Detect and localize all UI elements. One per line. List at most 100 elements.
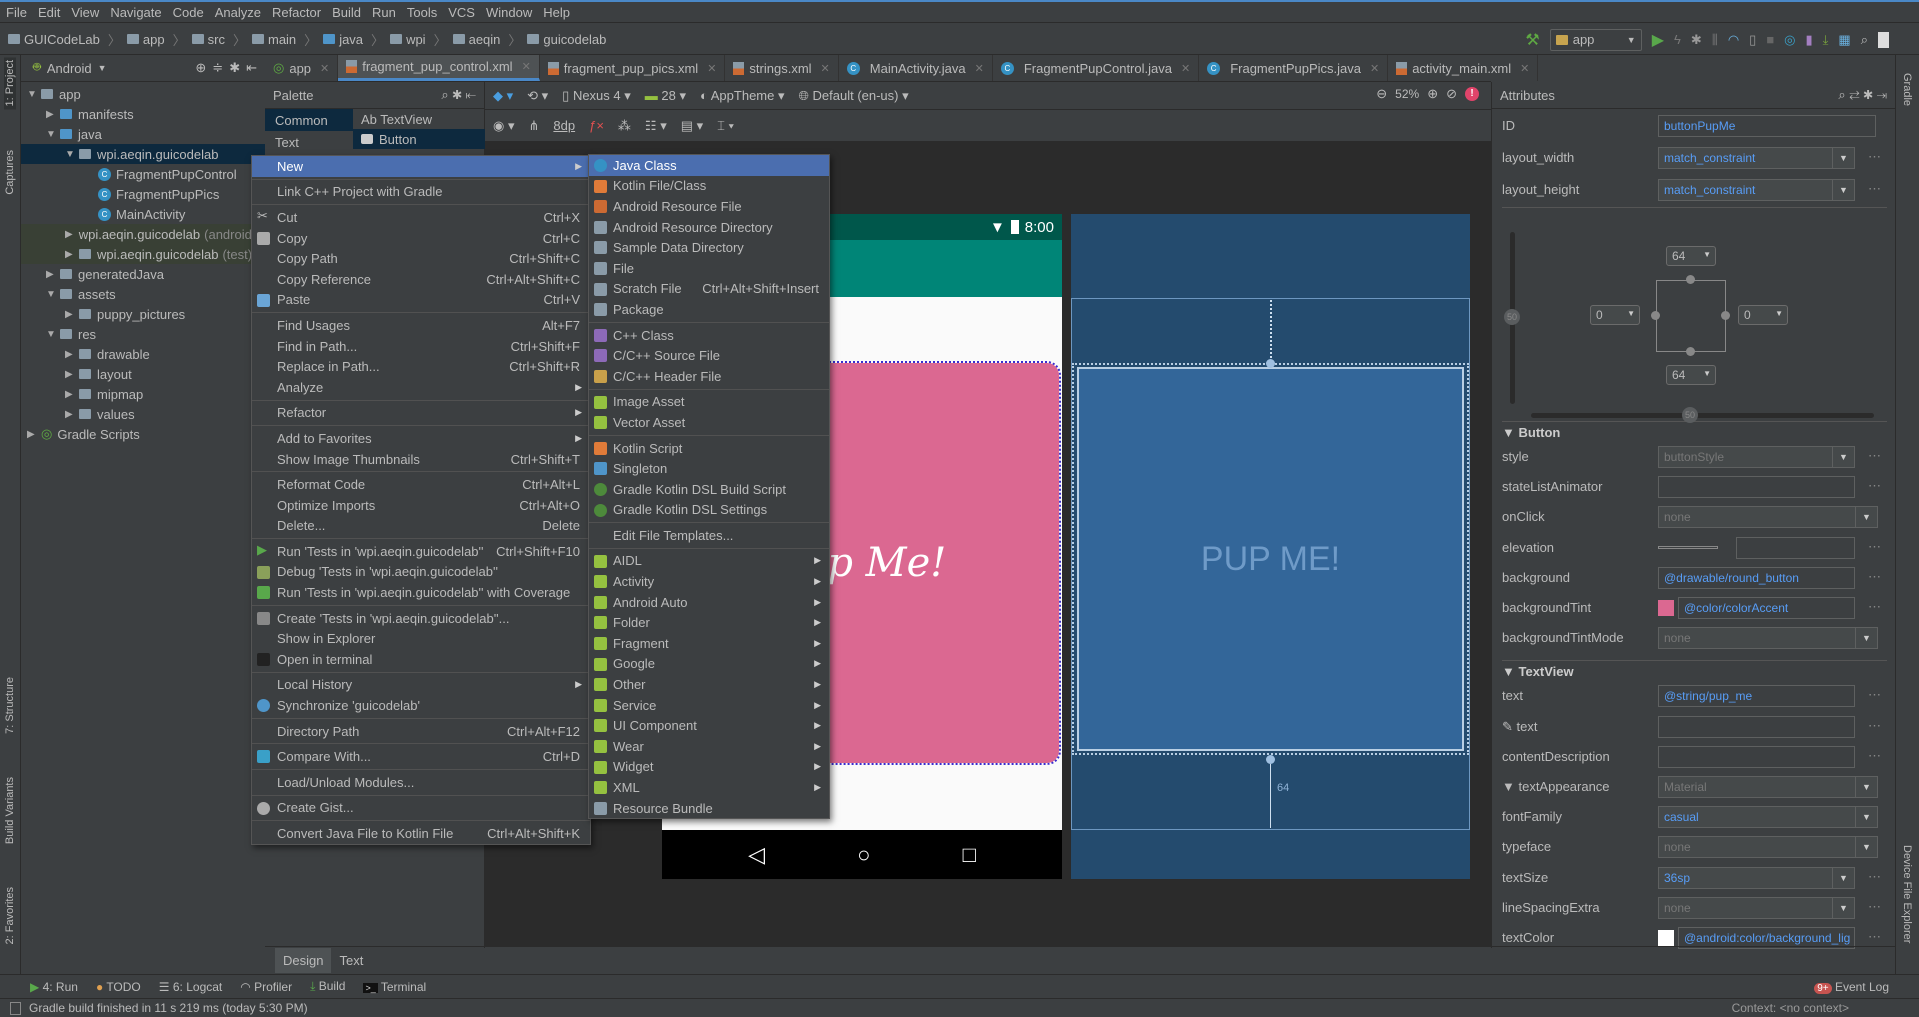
menu-item-run-tests-in-wpi-aeqin-guicodelab[interactable]: ▶ Run 'Tests in 'wpi.aeqin.guicodelab'' Ct…: [252, 541, 590, 562]
tree-item[interactable]: C MainActivity: [21, 204, 265, 224]
menu-item-android-resource-file[interactable]: Android Resource File: [589, 196, 829, 217]
gear-icon[interactable]: ✱: [1863, 87, 1873, 102]
menu-item-widget[interactable]: Widget ▶: [589, 757, 829, 778]
breadcrumb-item[interactable]: wpi 〉: [390, 30, 447, 49]
tree-item[interactable]: ▼ assets: [21, 284, 265, 304]
more-options-icon[interactable]: ⋯: [1868, 448, 1881, 464]
expand-arrow-icon[interactable]: ▶: [65, 369, 79, 380]
tree-item[interactable]: ▶ values: [21, 404, 265, 424]
close-icon[interactable]: ✕: [1370, 62, 1379, 75]
run-icon[interactable]: ▶: [1652, 30, 1664, 50]
tree-item[interactable]: ▶ drawable: [21, 344, 265, 364]
menu-item-load-unload-modules[interactable]: Load/Unload Modules...: [252, 772, 590, 793]
avd-manager-icon[interactable]: ▮: [1806, 32, 1813, 48]
bottom-margin-select[interactable]: 64: [1666, 365, 1716, 385]
expand-arrow-icon[interactable]: ▶: [65, 349, 79, 360]
chevron-down-icon[interactable]: ▼: [98, 63, 107, 73]
attribute-value-select[interactable]: match_constraint ▼: [1658, 179, 1855, 201]
tool-logcat[interactable]: ☰ 6: Logcat: [159, 980, 222, 994]
apply-changes-icon[interactable]: ϟ: [1674, 32, 1681, 47]
search-icon[interactable]: ⌕: [1838, 87, 1845, 102]
tool-window-favorites[interactable]: 2: Favorites: [4, 887, 16, 944]
menu-item-wear[interactable]: Wear ▶: [589, 736, 829, 757]
menu-item-show-image-thumbnails[interactable]: Show Image Thumbnails Ctrl+Shift+T: [252, 449, 590, 470]
tab-app[interactable]: ◎ app ✕: [265, 55, 339, 81]
tree-item[interactable]: ▶ manifests: [21, 104, 265, 124]
menu-item-analyze[interactable]: Analyze ▶: [252, 377, 590, 398]
palette-item-textview[interactable]: Ab TextView: [353, 109, 485, 129]
attribute-value-select[interactable]: none ▼: [1658, 836, 1878, 859]
tree-item[interactable]: ▶ ◎ Gradle Scripts: [21, 424, 265, 444]
menu-item-paste[interactable]: Paste Ctrl+V: [252, 290, 590, 311]
zoom-out-icon[interactable]: ⊖: [1376, 86, 1387, 102]
menu-item-sample-data-directory[interactable]: Sample Data Directory: [589, 237, 829, 258]
device-select[interactable]: ▯ Nexus 4 ▾: [562, 88, 631, 104]
pack-icon[interactable]: ☷ ▾: [645, 118, 667, 134]
breadcrumb-item[interactable]: GUICodeLab 〉: [8, 30, 121, 49]
menu-item-compare-with[interactable]: Compare With... Ctrl+D: [252, 746, 590, 767]
hide-panel-icon[interactable]: ⇤: [246, 60, 257, 76]
left-margin-select[interactable]: 0: [1590, 305, 1640, 325]
tool-window-device-file-explorer[interactable]: Device File Explorer: [1901, 845, 1913, 943]
horizontal-bias-knob[interactable]: 50: [1682, 407, 1698, 423]
gear-icon[interactable]: ✱: [452, 87, 462, 102]
tab-mainactivity-java[interactable]: C MainActivity.java ✕: [839, 55, 993, 81]
attribute-value-input[interactable]: @string/pup_me: [1658, 685, 1855, 708]
attribute-value-select[interactable]: Material ▼: [1658, 776, 1878, 798]
menu-item-convert-java-file-to-kotlin-file[interactable]: Convert Java File to Kotlin File Ctrl+Alt…: [252, 823, 590, 844]
menu-item-directory-path[interactable]: Directory Path Ctrl+Alt+F12: [252, 721, 590, 742]
more-options-icon[interactable]: ⋯: [1868, 599, 1881, 615]
menu-item-ui-component[interactable]: UI Component ▶: [589, 715, 829, 736]
menu-edit[interactable]: Edit: [38, 5, 60, 20]
zoom-fit-icon[interactable]: ⊘: [1446, 86, 1457, 102]
menu-item-copy-path[interactable]: Copy Path Ctrl+Shift+C: [252, 248, 590, 269]
menu-item-java-class[interactable]: Java Class: [589, 155, 829, 176]
tree-item[interactable]: ▼ app: [21, 84, 265, 104]
menu-item-create-tests-in-wpi-aeqin-guicodelab[interactable]: Create 'Tests in 'wpi.aeqin.guicodelab''…: [252, 608, 590, 629]
tab-text[interactable]: Text: [331, 948, 371, 973]
section-header-textview[interactable]: ▼ TextView: [1502, 664, 1574, 679]
locate-icon[interactable]: ⊕: [195, 60, 206, 76]
menu-code[interactable]: Code: [173, 5, 204, 20]
attribute-value-select[interactable]: 36sp ▼: [1658, 866, 1855, 889]
menu-item-activity[interactable]: Activity ▶: [589, 571, 829, 592]
menu-item-refactor[interactable]: Refactor ▶: [252, 403, 590, 424]
menu-help[interactable]: Help: [543, 5, 570, 20]
pup-me-button-blueprint[interactable]: PUP ME!: [1077, 367, 1464, 751]
api-select[interactable]: ▬ 28 ▾: [645, 88, 686, 104]
zoom-in-icon[interactable]: ⊕: [1427, 86, 1438, 102]
breadcrumb-item[interactable]: aeqin 〉: [452, 30, 521, 49]
color-swatch[interactable]: [1658, 930, 1674, 946]
breadcrumb-item[interactable]: main 〉: [251, 30, 317, 49]
expand-arrow-icon[interactable]: ▼: [65, 149, 79, 160]
expand-arrow-icon[interactable]: ▶: [65, 409, 79, 420]
more-options-icon[interactable]: ⋯: [1868, 748, 1881, 764]
attribute-value-select[interactable]: buttonStyle ▼: [1658, 446, 1855, 468]
menu-item-scratch-file[interactable]: Scratch File Ctrl+Alt+Shift+Insert: [589, 279, 829, 300]
expand-arrow-icon[interactable]: ▶: [65, 229, 73, 240]
menu-file[interactable]: File: [6, 5, 27, 20]
close-icon[interactable]: ✕: [707, 62, 716, 75]
more-options-icon[interactable]: ⋯: [1868, 899, 1881, 915]
menu-refactor[interactable]: Refactor: [272, 5, 321, 20]
tool-terminal[interactable]: >_ Terminal: [363, 980, 426, 994]
menu-item-xml[interactable]: XML ▶: [589, 777, 829, 798]
menu-item-reformat-code[interactable]: Reformat Code Ctrl+Alt+L: [252, 474, 590, 495]
tree-item[interactable]: ▶ puppy_pictures: [21, 304, 265, 324]
expand-arrow-icon[interactable]: ▼: [46, 129, 60, 140]
tree-item[interactable]: ▶ wpi.aeqin.guicodelab (test): [21, 244, 265, 264]
close-icon[interactable]: ✕: [1181, 62, 1190, 75]
tree-item[interactable]: ▼ wpi.aeqin.guicodelab: [21, 144, 265, 164]
menu-item-gradle-kotlin-dsl-build-script[interactable]: Gradle Kotlin DSL Build Script: [589, 479, 829, 500]
menu-item-optimize-imports[interactable]: Optimize Imports Ctrl+Alt+O: [252, 495, 590, 516]
more-options-icon[interactable]: ⋯: [1868, 869, 1881, 885]
menu-item-service[interactable]: Service ▶: [589, 695, 829, 716]
menu-item-other[interactable]: Other ▶: [589, 674, 829, 695]
tree-item[interactable]: ▶ mipmap: [21, 384, 265, 404]
debug-icon[interactable]: ✱: [1691, 32, 1702, 48]
menu-analyze[interactable]: Analyze: [215, 5, 261, 20]
profile-icon[interactable]: ◠: [1728, 32, 1739, 48]
menu-tools[interactable]: Tools: [407, 5, 437, 20]
hide-panel-icon[interactable]: ⇥: [1877, 87, 1887, 102]
palette-item-button[interactable]: Button: [353, 129, 485, 149]
